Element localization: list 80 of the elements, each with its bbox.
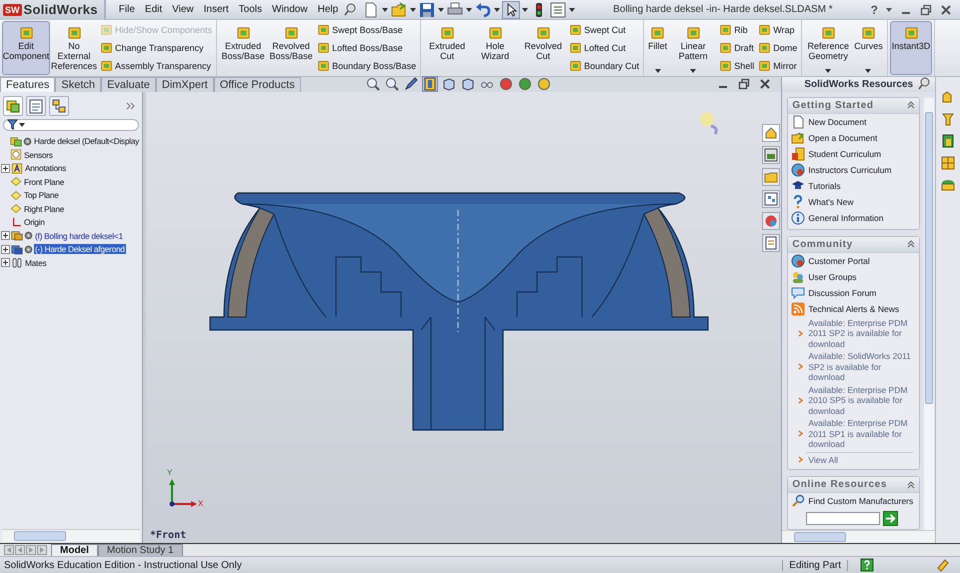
command-button[interactable]: Mirror xyxy=(758,59,798,72)
window-title: Bolling harde deksel -in- Harde deksel.SLDASM * xyxy=(612,4,834,15)
command-button[interactable]: Shell xyxy=(719,59,754,72)
section-title: Getting Started xyxy=(792,100,874,111)
tree-item[interactable]: (-) Harde Deksel afgerond xyxy=(34,244,126,254)
command-button[interactable]: Lofted Boss/Base xyxy=(317,41,416,54)
resource-link[interactable]: Tutorials xyxy=(808,180,841,191)
menu-item[interactable]: Help xyxy=(312,4,344,15)
manager-tab[interactable]: Features xyxy=(0,76,56,92)
resource-link[interactable]: Discussion Forum xyxy=(808,288,876,298)
resource-link[interactable]: New Document xyxy=(808,116,866,127)
logo-badge: SW xyxy=(3,4,22,16)
resource-link[interactable]: Customer Portal xyxy=(808,256,870,266)
status-message: SolidWorks Education Edition - Instructional Use Only xyxy=(4,560,243,571)
axis-label: X xyxy=(198,498,204,508)
menu-item[interactable]: Edit xyxy=(140,4,168,15)
command-button[interactable]: Boundary Cut xyxy=(569,59,640,72)
command-button[interactable]: No External References xyxy=(50,21,98,75)
tree-item[interactable]: Harde deksel (Default<Display xyxy=(33,136,140,146)
command-button[interactable]: Rib xyxy=(719,23,754,36)
resource-link[interactable]: Instructors Curriculum xyxy=(808,164,892,175)
manager-tab[interactable]: Office Products xyxy=(214,76,301,92)
tree-item[interactable]: Annotations xyxy=(24,163,68,174)
resource-link[interactable]: Find Custom Manufacturers xyxy=(808,496,914,506)
section-title: Online Resources xyxy=(792,479,888,490)
tree-item[interactable]: Top Plane xyxy=(23,190,60,200)
menu-item[interactable]: Insert xyxy=(198,4,234,15)
tree-item[interactable]: Right Plane xyxy=(23,204,66,214)
bottom-tab[interactable]: Motion Study 1 xyxy=(98,544,183,557)
command-button[interactable]: Extruded Cut xyxy=(423,21,472,75)
help-button[interactable]: ? xyxy=(870,2,878,16)
menu-item[interactable]: Window xyxy=(267,4,313,15)
resource-link[interactable]: Technical Alerts & News xyxy=(808,304,900,314)
command-button[interactable]: Lofted Cut xyxy=(569,41,640,54)
logo-text: SolidWorks xyxy=(24,2,98,17)
manager-tab[interactable]: DimXpert xyxy=(156,76,214,92)
view-name: *Front xyxy=(150,530,186,542)
menu-item[interactable]: View xyxy=(167,4,199,15)
resource-link[interactable]: What's New xyxy=(808,196,854,207)
command-button[interactable]: Linear Pattern xyxy=(669,21,718,75)
pane-title: SolidWorks Resources xyxy=(804,78,914,90)
command-button[interactable]: Swept Cut xyxy=(569,23,640,36)
resource-link[interactable]: General Information xyxy=(808,212,884,223)
manager-tab[interactable]: Sketch xyxy=(55,76,102,92)
view-all-link[interactable]: View All xyxy=(805,454,838,466)
resource-link[interactable]: Student Curriculum xyxy=(808,148,882,159)
command-button[interactable]: Boundary Boss/Base xyxy=(317,59,416,72)
tree-item[interactable]: Front Plane xyxy=(23,176,66,187)
command-button[interactable]: Assembly Transparency xyxy=(100,59,212,72)
status-mode: Editing Part xyxy=(782,560,848,571)
command-button[interactable]: Extruded Boss/Base xyxy=(219,21,268,75)
menu-item[interactable]: File xyxy=(114,4,140,15)
news-link[interactable]: Available: Enterprise PDM 2011 SP2 is available for download xyxy=(805,318,918,350)
news-link[interactable]: Available: SolidWorks 2011 SP2 is available for download xyxy=(805,351,918,383)
command-button[interactable]: Change Transparency xyxy=(100,41,212,54)
axis-label: Y xyxy=(167,468,172,477)
section-title: Community xyxy=(792,238,853,250)
resource-link[interactable]: User Groups xyxy=(808,272,857,282)
resource-link[interactable]: Open a Document xyxy=(808,132,878,143)
command-button[interactable]: Curves xyxy=(852,21,885,75)
bottom-tab[interactable]: Model xyxy=(51,544,98,557)
manager-tab[interactable]: Evaluate xyxy=(101,76,156,92)
news-link[interactable]: Available: Enterprise PDM 2010 SP5 is available for download xyxy=(805,384,918,416)
command-button[interactable]: Hole Wizard xyxy=(471,21,520,75)
news-link[interactable]: Available: Enterprise PDM 2011 SP1 is available for download xyxy=(805,418,918,450)
tree-item[interactable]: Origin xyxy=(23,217,46,228)
command-button[interactable]: Edit Component xyxy=(2,21,50,75)
command-button[interactable]: Dome xyxy=(758,41,798,54)
command-button[interactable]: Wrap xyxy=(758,23,798,36)
tree-item[interactable]: Sensors xyxy=(23,150,54,160)
command-button[interactable]: Revolved Boss/Base xyxy=(267,21,316,75)
command-button[interactable]: Revolved Cut xyxy=(519,21,568,75)
command-button[interactable]: Draft xyxy=(719,41,754,54)
command-button[interactable]: Instant3D xyxy=(890,21,932,75)
tree-item[interactable]: Mates xyxy=(24,258,48,268)
tree-item[interactable]: (f) Bolling harde deksel<1 xyxy=(34,230,124,241)
command-button[interactable]: Swept Boss/Base xyxy=(317,23,416,36)
menu-item[interactable]: Tools xyxy=(234,4,268,15)
command-button[interactable]: Reference Geometry xyxy=(804,21,852,75)
command-button[interactable]: Fillet xyxy=(646,21,670,75)
